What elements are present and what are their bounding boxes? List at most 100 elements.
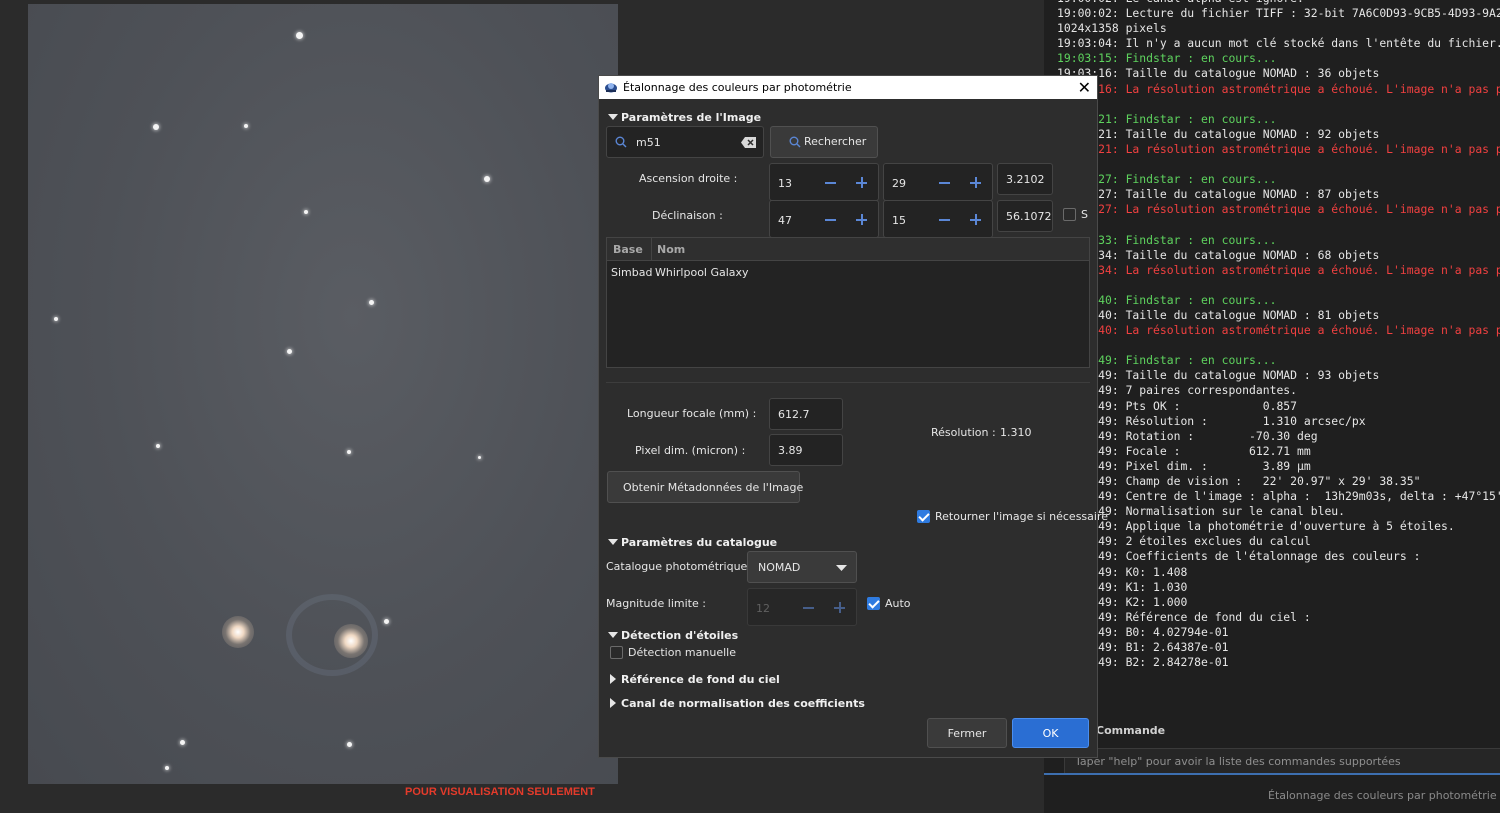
console-line: nce. [1057,157,1500,172]
star [484,176,490,182]
star [347,450,351,454]
dec-label: Déclinaison : [652,209,723,222]
section-star-detection[interactable]: Détection d'étoiles [608,629,738,642]
pixel-value: 3.89 [778,444,803,457]
auto-mag-checkbox[interactable] [867,597,880,610]
console-line: 19:03:40: Taille du catalogue NOMAD : 81… [1057,307,1380,322]
dialog-titlebar[interactable]: Étalonnage des couleurs par photométrie … [599,76,1097,99]
console-line: 19:03:49: Applique la photométrie d'ouve… [1057,519,1455,534]
section-background-reference[interactable]: Référence de fond du ciel [610,673,780,686]
pcc-dialog: Étalonnage des couleurs par photométrie … [598,75,1108,758]
console-log[interactable]: 19:00:02: Le canal alpha est ignoré.19:0… [1044,0,1500,671]
mag-limit-label: Magnitude limite : [606,597,706,610]
console-line: 19:03:49: Pts OK : 0.857 [1057,398,1298,413]
console-line: nce. [1057,217,1500,232]
south-checkbox[interactable] [1063,208,1076,221]
star [478,456,481,459]
console-line: 19:03:49: Pixel dim. : 3.89 µm [1057,458,1311,473]
console-line: 19:03:49: B0: 4.02794e-01 [1057,624,1229,639]
collapsed-icon [610,698,616,708]
star [244,124,248,128]
ra-seconds-input[interactable]: 3.2102 [997,163,1053,195]
console-line: 19:03:27: Taille du catalogue NOMAD : 87… [1057,187,1380,202]
dec-seconds-input[interactable]: 56.1072 [997,200,1053,232]
search-results-table[interactable]: Base Nom Simbad Whirlpool Galaxy [606,237,1090,368]
star [384,619,389,624]
expanded-icon [608,114,618,120]
clear-text-icon[interactable] [741,137,757,148]
section-background-label: Référence de fond du ciel [621,673,780,686]
search-icon [789,136,801,148]
console-line: 19:03:15: Findstar : en cours... [1057,51,1277,66]
console-line: 19:03:49: Focale : 612.71 mm [1057,443,1311,458]
section-star-detection-label: Détection d'étoiles [621,629,739,642]
dec-minutes-value: 15 [892,214,906,227]
minus-icon[interactable] [939,182,950,184]
console-line: nce. [1057,97,1500,112]
catalog-select[interactable]: NOMAD [747,551,857,583]
ra-hours-value: 13 [778,177,792,190]
focal-label: Longueur focale (mm) : [627,407,757,420]
ra-seconds-value: 3.2102 [1006,173,1045,186]
get-metadata-button[interactable]: Obtenir Métadonnées de l'Image [607,471,803,503]
console-panel: 19:00:02: Le canal alpha est ignoré.19:0… [1044,0,1500,813]
section-normalization-channel[interactable]: Canal de normalisation des coefficients [610,697,865,710]
image-viewer[interactable] [28,4,618,784]
col-header-name[interactable]: Nom [657,243,685,256]
star [369,300,374,305]
companion-galaxy-core [222,616,254,648]
console-line: 19:03:21: Findstar : en cours... [1057,111,1277,126]
star [153,124,159,130]
cell-base: Simbad [611,266,653,279]
minus-icon[interactable] [825,182,836,184]
ok-button-label: OK [1042,727,1059,740]
auto-mag-label: Auto [885,597,911,610]
plus-icon-stem [861,214,863,225]
console-line: 19:03:49: Résolution : 1.310 arcsec/px [1057,413,1366,428]
minus-icon[interactable] [803,607,814,609]
minus-icon[interactable] [825,219,836,221]
watermark-text: POUR VISUALISATION SEULEMENT [405,786,595,798]
mag-limit-spinner[interactable]: 12 [747,588,857,626]
object-search-input[interactable]: m51 [606,126,764,158]
star [347,742,352,747]
ra-label: Ascension droite : [639,172,738,185]
dec-degrees-spinner[interactable]: 47 [769,200,879,238]
manual-detection-checkbox[interactable] [610,646,623,659]
console-line: 19:03:49: K2: 1.000 [1057,594,1188,609]
flip-image-checkbox[interactable] [917,510,930,523]
section-normalization-label: Canal de normalisation des coefficients [621,697,865,710]
console-line: 19:03:49: K1: 1.030 [1057,579,1188,594]
star [156,444,160,448]
dec-minutes-spinner[interactable]: 15 [883,200,993,238]
console-line: 19:03:49: B2: 2.84278e-01 [1057,655,1229,670]
column-divider[interactable] [651,238,652,260]
console-line: 19:03:49: B1: 2.64387e-01 [1057,640,1229,655]
console-line: 19:03:49: Findstar : en cours... [1057,353,1277,368]
section-image-params[interactable]: Paramètres de l'Image [608,111,761,124]
ra-minutes-spinner[interactable]: 29 [883,163,993,201]
console-line: 19:03:49: Centre de l'image : alpha : 13… [1057,489,1500,504]
console-line: 19:03:49: Taille du catalogue NOMAD : 93… [1057,368,1380,383]
ra-hours-spinner[interactable]: 13 [769,163,879,201]
section-catalog-params[interactable]: Paramètres du catalogue [608,536,777,549]
close-button[interactable]: Fermer [927,718,1007,748]
console-line: nce. [1057,338,1500,353]
dec-degrees-value: 47 [778,214,792,227]
minus-icon[interactable] [939,219,950,221]
focal-length-input[interactable]: 612.7 [769,398,843,430]
close-icon[interactable]: ✕ [1078,78,1091,97]
ok-button[interactable]: OK [1012,718,1089,748]
command-label: Commande [1096,724,1166,737]
console-line: 19:03:49: Rotation : -70.30 deg [1057,428,1318,443]
console-line: 19:03:16: La résolution astrométrique a … [1057,81,1500,96]
search-button[interactable]: Rechercher [770,126,878,158]
console-line: 19:03:49: Référence de fond du ciel : [1057,609,1311,624]
star [296,32,303,39]
command-input[interactable]: Taper "help" pour avoir la liste des com… [1064,748,1500,774]
collapsed-icon [610,674,616,684]
console-line: 19:03:49: Coefficients de l'étalonnage d… [1057,549,1421,564]
pixel-size-input[interactable]: 3.89 [769,434,843,466]
chevron-down-icon [836,565,847,571]
col-header-base[interactable]: Base [613,243,643,256]
